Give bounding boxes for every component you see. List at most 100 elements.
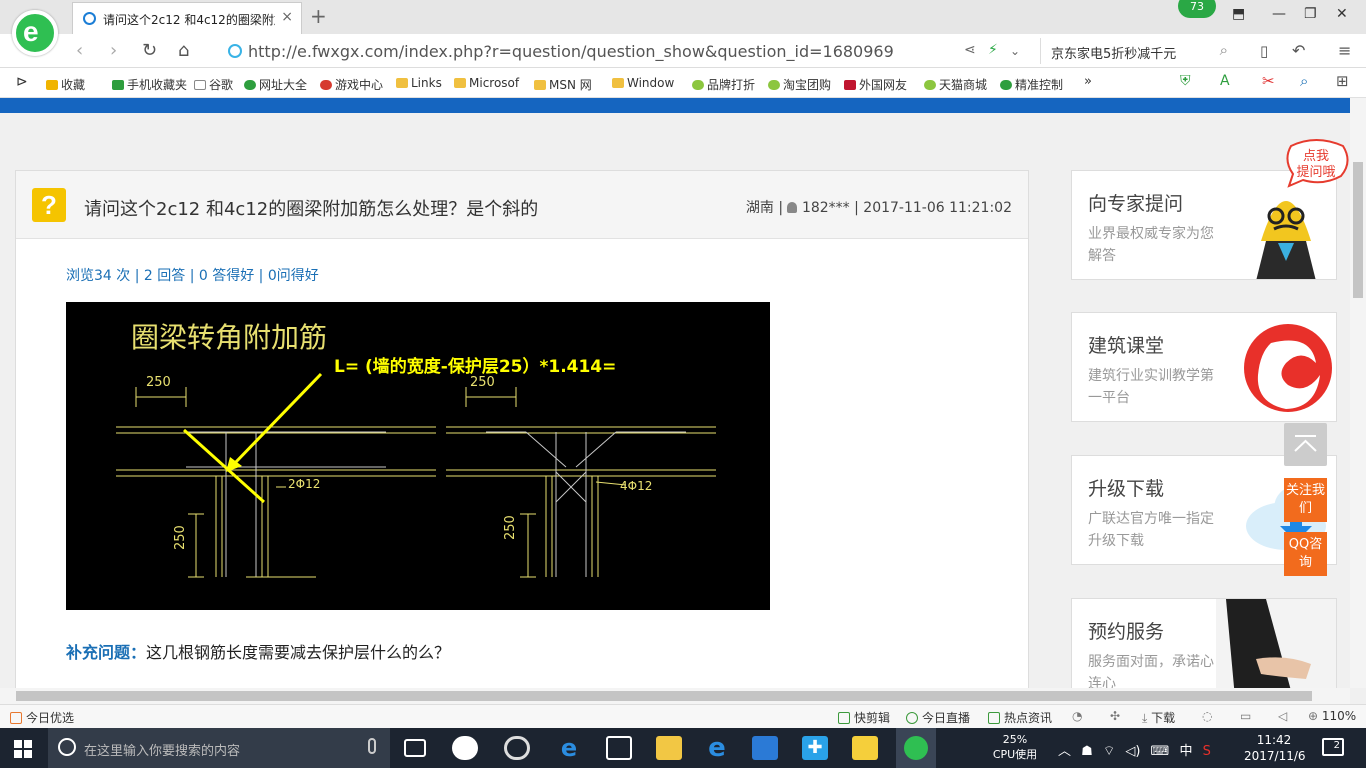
window-icon[interactable]: ▭ xyxy=(1240,709,1251,723)
scrollbar-thumb[interactable] xyxy=(1353,162,1363,298)
search-box[interactable]: 京东家电5折秒减千元 ⌕ xyxy=(1040,38,1236,64)
tab-active[interactable]: 请问这个2c12 和4c12的圈梁附加 × xyxy=(72,2,302,34)
question-panel: ? 请问这个2c12 和4c12的圈梁附加筋怎么处理？是个斜的 湖南 | 182… xyxy=(15,170,1029,688)
shirt-icon[interactable]: ⬒ xyxy=(1232,6,1245,22)
undo-icon[interactable]: ↶ xyxy=(1292,41,1305,60)
wifi-icon[interactable]: ⌔ xyxy=(1103,744,1115,759)
game-icon xyxy=(320,80,332,90)
search-icon[interactable]: ⌕ xyxy=(1220,41,1228,59)
tray-expand-icon[interactable]: ︿ xyxy=(1058,744,1071,759)
question-meta: 湖南 | 182*** | 2017-11-06 11:21:02 xyxy=(746,197,1012,217)
sidebar-toggle-icon[interactable]: ⊳ xyxy=(16,74,28,90)
today-pick-link[interactable]: 今日优选 xyxy=(10,709,74,726)
clock[interactable]: 11:42 2017/11/6 xyxy=(1244,732,1306,764)
search-tool-icon[interactable]: ⌕ xyxy=(1300,72,1308,90)
sogou-ime-icon[interactable]: S xyxy=(1203,744,1211,759)
menu-icon[interactable]: ≡ xyxy=(1338,41,1351,60)
bookmark-item[interactable]: 淘宝团购 xyxy=(768,76,831,93)
g-app-icon[interactable] xyxy=(752,736,778,760)
qq-consult-button[interactable]: QQ咨询 xyxy=(1284,532,1327,576)
close-window-button[interactable]: ✕ xyxy=(1336,6,1348,22)
minimize-button[interactable]: — xyxy=(1272,6,1286,22)
notification-badge[interactable]: 73 xyxy=(1178,0,1216,18)
cpu-usage[interactable]: 25% CPU使用 xyxy=(990,732,1040,762)
leaf-icon xyxy=(768,80,780,90)
card-building-class[interactable]: 建筑课堂 建筑行业实训教学第一平台 xyxy=(1071,312,1337,422)
quick-cut-link[interactable]: 快剪辑 xyxy=(838,709,890,726)
active-browser-task[interactable] xyxy=(896,728,936,768)
ie-icon[interactable]: e xyxy=(704,735,730,761)
apps-grid-icon[interactable]: ⊞ xyxy=(1336,72,1349,90)
download-link[interactable]: ⤓ 下载 xyxy=(1142,709,1175,726)
bookmark-item[interactable]: 外国网友 xyxy=(844,76,907,93)
bookmark-item[interactable]: 天猫商城 xyxy=(924,76,987,93)
vertical-scrollbar[interactable] xyxy=(1350,98,1366,688)
bookmark-item[interactable]: Links xyxy=(396,76,442,90)
ask-question-balloon[interactable]: 点我 提问哦 xyxy=(1283,138,1349,188)
microphone-icon[interactable] xyxy=(368,738,376,754)
edge-icon[interactable]: e xyxy=(556,736,582,760)
browser-icon[interactable]: ◌ xyxy=(1202,709,1212,723)
task-view-icon[interactable] xyxy=(404,739,426,757)
bookmark-item[interactable]: 精准控制 xyxy=(1000,76,1063,93)
bookmark-item[interactable]: Window xyxy=(612,76,674,90)
bookmark-item[interactable]: 谷歌 xyxy=(194,76,233,93)
navigation-bar: ‹ › ↻ ⌂ http://e.fwxgx.com/index.php?r=q… xyxy=(0,34,1366,68)
home-icon[interactable]: ⌂ xyxy=(178,40,189,61)
bookmark-item[interactable]: 网址大全 xyxy=(244,76,307,93)
clock-date: 2017/11/6 xyxy=(1244,749,1306,763)
restore-button[interactable]: ❐ xyxy=(1304,6,1317,22)
reload-icon[interactable]: ↻ xyxy=(142,40,157,61)
speed-icon[interactable]: ◔ xyxy=(1072,709,1082,723)
pin-icon[interactable]: ✣ xyxy=(1110,709,1120,723)
horizontal-scrollbar[interactable] xyxy=(0,688,1350,704)
forward-icon[interactable]: › xyxy=(110,40,117,61)
shield-icon[interactable]: ⛨ xyxy=(1180,73,1191,89)
today-live-link[interactable]: 今日直播 xyxy=(906,709,970,726)
swirl-app-icon[interactable] xyxy=(504,736,530,760)
chevron-down-icon[interactable]: ⌄ xyxy=(1010,44,1020,58)
fan-app-icon[interactable] xyxy=(452,736,478,760)
taskbar-search-box[interactable]: 在这里输入你要搜索的内容 xyxy=(48,728,390,768)
new-tab-button[interactable]: + xyxy=(310,4,327,28)
follow-us-button[interactable]: 关注我们 xyxy=(1284,478,1327,522)
bookmark-item[interactable]: 收藏 xyxy=(46,76,85,93)
scrollbar-thumb[interactable] xyxy=(16,691,1312,701)
bookmark-item[interactable]: Microsof xyxy=(454,76,519,90)
lightning-icon[interactable]: ⚡ xyxy=(988,42,998,58)
file-explorer-icon[interactable] xyxy=(656,736,682,760)
cad-dimension-label: 250 xyxy=(470,375,495,390)
scissors-icon[interactable]: ✂ xyxy=(1262,72,1275,90)
more-bookmarks-icon[interactable]: » xyxy=(1084,74,1092,89)
bookmark-item[interactable]: MSN 网 xyxy=(534,76,592,93)
back-to-top-button[interactable] xyxy=(1284,423,1327,466)
card-appointment-service[interactable]: 预约服务 服务面对面，承诺心连心 xyxy=(1071,598,1337,688)
folder-icon xyxy=(454,78,466,88)
card-title: 升级下载 xyxy=(1088,478,1165,500)
zoom-level[interactable]: ⊕ 110% xyxy=(1308,709,1356,723)
browser-logo-icon[interactable]: e xyxy=(12,10,58,56)
action-center-icon[interactable]: 2 xyxy=(1322,738,1344,756)
translate-icon[interactable]: A xyxy=(1220,73,1230,89)
chat-icon xyxy=(1000,80,1012,90)
hot-news-link[interactable]: 热点资讯 xyxy=(988,709,1052,726)
store-icon[interactable] xyxy=(606,736,632,760)
people-icon[interactable]: ☗ xyxy=(1081,744,1093,759)
tab-close-icon[interactable]: × xyxy=(281,9,293,25)
keyboard-icon[interactable]: ⌨ xyxy=(1151,744,1170,759)
speaker-icon[interactable]: ◁ xyxy=(1278,709,1287,723)
cpu-percent: 25% xyxy=(1002,733,1028,746)
plus-app-icon[interactable]: ✚ xyxy=(802,736,828,760)
address-bar[interactable]: http://e.fwxgx.com/index.php?r=question/… xyxy=(220,38,1040,64)
back-icon[interactable]: ‹ xyxy=(76,40,83,61)
windows-start-icon[interactable] xyxy=(14,740,32,758)
ime-indicator[interactable]: 中 xyxy=(1179,744,1192,759)
question-user[interactable]: 182*** xyxy=(802,200,850,216)
bookmark-item[interactable]: 游戏中心 xyxy=(320,76,383,93)
notes-app-icon[interactable] xyxy=(852,736,878,760)
volume-icon[interactable]: ◁) xyxy=(1125,744,1140,759)
bookmark-item[interactable]: 品牌打折 xyxy=(692,76,755,93)
bookmark-item[interactable]: 手机收藏夹 xyxy=(112,76,187,93)
share-icon[interactable]: ⋖ xyxy=(964,42,976,58)
phone-icon[interactable]: ▯ xyxy=(1260,42,1268,60)
